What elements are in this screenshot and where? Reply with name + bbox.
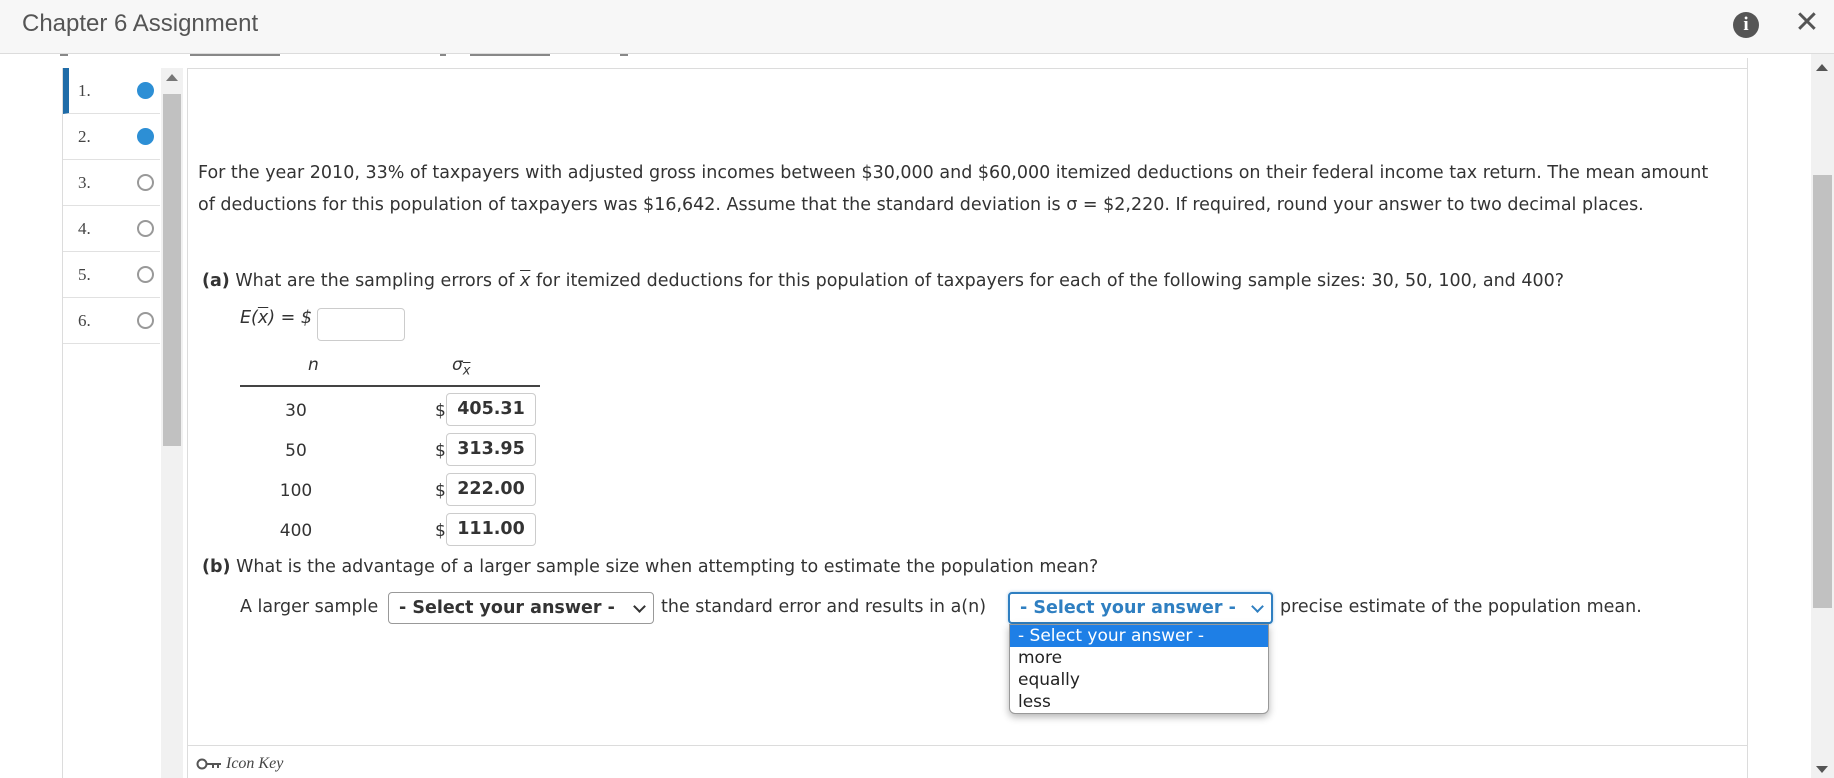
precision-dropdown-list[interactable]: - Select your answer - more equally less: [1009, 624, 1269, 714]
part-a-label: (a): [202, 271, 230, 291]
dropdown-option[interactable]: equally: [1010, 669, 1268, 691]
question-number: 5.: [78, 265, 91, 284]
icon-key-link[interactable]: Icon Key: [196, 755, 283, 773]
question-nav-item-4[interactable]: 4.: [63, 206, 160, 252]
question-number: 2.: [78, 127, 91, 146]
sampling-error-input[interactable]: 111.00: [446, 513, 536, 546]
content-border: [187, 68, 188, 778]
info-icon[interactable]: i: [1733, 12, 1759, 38]
dollar-sign: $: [435, 521, 446, 541]
expected-value-input[interactable]: [317, 308, 405, 341]
table-header-rule: [240, 385, 540, 387]
question-nav: 1. 2. 3. 4. 5. 6.: [63, 68, 160, 344]
question-nav-item-6[interactable]: 6.: [63, 298, 160, 344]
sampling-error-input[interactable]: 313.95: [446, 433, 536, 466]
question-nav-item-5[interactable]: 5.: [63, 252, 160, 298]
dollar-sign: $: [435, 441, 446, 461]
answered-status-icon: [137, 82, 154, 99]
close-icon[interactable]: ✕: [1790, 6, 1824, 40]
column-header-n: n: [308, 355, 319, 375]
sentence-start: A larger sample: [240, 597, 379, 617]
xbar-symbol: x: [520, 271, 531, 291]
sample-size: 50: [285, 441, 307, 461]
question-number: 3.: [78, 173, 91, 192]
question-nav-item-2[interactable]: 2.: [63, 114, 160, 160]
standard-error-select[interactable]: - Select your answer -: [388, 592, 654, 624]
precision-select[interactable]: - Select your answer -: [1008, 592, 1273, 624]
page-scrollbar-thumb[interactable]: [1813, 175, 1832, 608]
question-number: 4.: [78, 219, 91, 238]
expected-value-label: E(x) = $: [240, 308, 312, 328]
question-number: 6.: [78, 311, 91, 330]
sentence-middle: the standard error and results in a(n): [661, 597, 987, 617]
part-b-text: What is the advantage of a larger sample…: [230, 557, 1099, 577]
unanswered-status-icon: [137, 220, 154, 237]
part-a-text: for itemized deductions for this populat…: [530, 271, 1565, 291]
nav-scrollbar-thumb[interactable]: [163, 94, 181, 446]
dropdown-option[interactable]: more: [1010, 647, 1268, 669]
part-b-label: (b): [202, 557, 231, 577]
part-b-sentence: A larger sample - Select your answer - t…: [240, 592, 1740, 632]
scroll-down-arrow-icon[interactable]: [1816, 766, 1828, 773]
footer-divider: [187, 745, 1747, 746]
dollar-sign: $: [435, 481, 446, 501]
sampling-error-input[interactable]: 405.31: [446, 393, 536, 426]
sentence-end: precise estimate of the population mean.: [1280, 597, 1642, 617]
part-a-prompt: (a) What are the sampling errors of x fo…: [202, 271, 1564, 291]
key-icon: [196, 758, 221, 770]
sampling-error-input[interactable]: 222.00: [446, 473, 536, 506]
unanswered-status-icon: [137, 174, 154, 191]
icon-key-label: Icon Key: [226, 755, 284, 772]
unanswered-status-icon: [137, 266, 154, 283]
part-b-prompt: (b) What is the advantage of a larger sa…: [202, 557, 1098, 577]
assignment-header: Chapter 6 Assignment i ✕: [0, 0, 1834, 54]
part-a-text: What are the sampling errors of: [229, 271, 521, 291]
sample-size: 30: [285, 401, 307, 421]
question-nav-item-3[interactable]: 3.: [63, 160, 160, 206]
dropdown-option[interactable]: less: [1010, 691, 1268, 713]
table-row: 50 $ 313.95: [240, 432, 540, 468]
unanswered-status-icon: [137, 312, 154, 329]
table-row: 400 $ 111.00: [240, 512, 540, 548]
answered-status-icon: [137, 128, 154, 145]
sample-size: 400: [279, 521, 313, 541]
table-row: 100 $ 222.00: [240, 472, 540, 508]
table-row: 30 $ 405.31: [240, 392, 540, 428]
chevron-down-icon: [1251, 600, 1264, 613]
question-nav-item-1[interactable]: 1.: [63, 68, 160, 114]
dollar-sign: $: [435, 401, 446, 421]
question-number: 1.: [78, 81, 91, 100]
chevron-down-icon: [633, 600, 646, 613]
content-border: [1747, 58, 1748, 778]
scroll-up-arrow-icon[interactable]: [1816, 64, 1828, 71]
page-title: Chapter 6 Assignment: [22, 10, 259, 37]
sample-size: 100: [279, 481, 313, 501]
question-text: For the year 2010, 33% of taxpayers with…: [198, 163, 1709, 215]
scroll-up-arrow-icon[interactable]: [166, 74, 178, 81]
column-header-sigma: σx: [452, 355, 471, 379]
content-border-top: [187, 68, 1747, 69]
dropdown-option[interactable]: - Select your answer -: [1010, 625, 1268, 647]
clipped-header-text: [60, 54, 1750, 58]
